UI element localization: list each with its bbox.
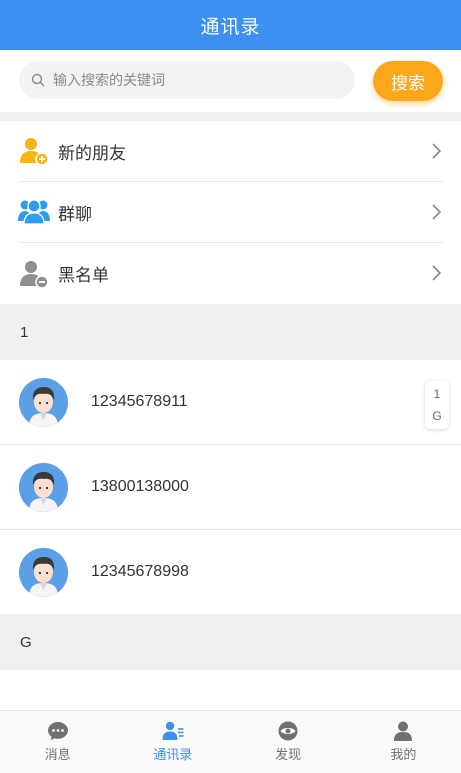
contacts-icon (162, 721, 184, 740)
blacklist-icon (18, 258, 50, 290)
tab-label: 消息 (44, 747, 71, 762)
menu-item-blacklist[interactable]: 黑名单 (18, 243, 443, 304)
tab-messages[interactable]: 消息 (0, 711, 115, 773)
search-box[interactable] (19, 61, 355, 99)
group-chat-icon (18, 196, 50, 228)
add-friend-icon (18, 135, 50, 167)
chevron-right-icon (432, 204, 441, 220)
chevron-right-icon (432, 143, 441, 159)
menu-item-label: 新的朋友 (58, 143, 126, 163)
contact-name: 12345678911 (91, 393, 188, 410)
menu-item-group-chat[interactable]: 群聊 (18, 182, 443, 243)
avatar (19, 377, 68, 427)
chevron-right-icon (432, 265, 441, 281)
tab-profile[interactable]: 我的 (346, 711, 461, 773)
tab-contacts[interactable]: 通讯录 (115, 711, 230, 773)
contact-row[interactable]: 12345678911 (0, 360, 461, 445)
menu-item-label: 群聊 (58, 204, 92, 224)
menu-item-label: 黑名单 (58, 266, 109, 285)
list-item[interactable] (0, 670, 461, 710)
tab-label: 发现 (275, 747, 302, 762)
search-input[interactable] (53, 72, 333, 88)
profile-icon (394, 721, 413, 741)
contact-name: 12345678998 (91, 563, 189, 580)
app-header: 通讯录 (0, 0, 461, 50)
menu-item-new-friends[interactable]: 新的朋友 (18, 121, 443, 182)
search-button[interactable]: 搜索 (373, 61, 443, 101)
search-bar: 搜索 (0, 50, 461, 112)
tab-discover[interactable]: 发现 (231, 711, 346, 773)
discover-eye-icon (278, 721, 298, 741)
tab-label: 我的 (390, 747, 417, 762)
section-divider (0, 112, 461, 121)
section-header-1: 1 (0, 304, 461, 360)
contact-row[interactable]: 13800138000 (0, 445, 461, 530)
index-letter-1[interactable]: 1 (434, 383, 441, 405)
bottom-tab-bar: 消息 通讯录 发现 我的 (0, 710, 461, 773)
message-icon (47, 722, 68, 740)
search-icon (31, 73, 45, 87)
alphabet-index-bar[interactable]: 1 G (425, 381, 449, 429)
contacts-menu: 新的朋友 群聊 黑名单 (0, 121, 461, 304)
tab-label: 通讯录 (153, 747, 193, 762)
avatar (19, 547, 68, 597)
page-title: 通讯录 (200, 16, 261, 38)
contact-row[interactable]: 12345678998 (0, 530, 461, 615)
section-header-g: G (0, 614, 461, 670)
index-letter-g[interactable]: G (432, 405, 441, 427)
avatar (19, 462, 68, 512)
contact-name: 13800138000 (91, 478, 189, 495)
